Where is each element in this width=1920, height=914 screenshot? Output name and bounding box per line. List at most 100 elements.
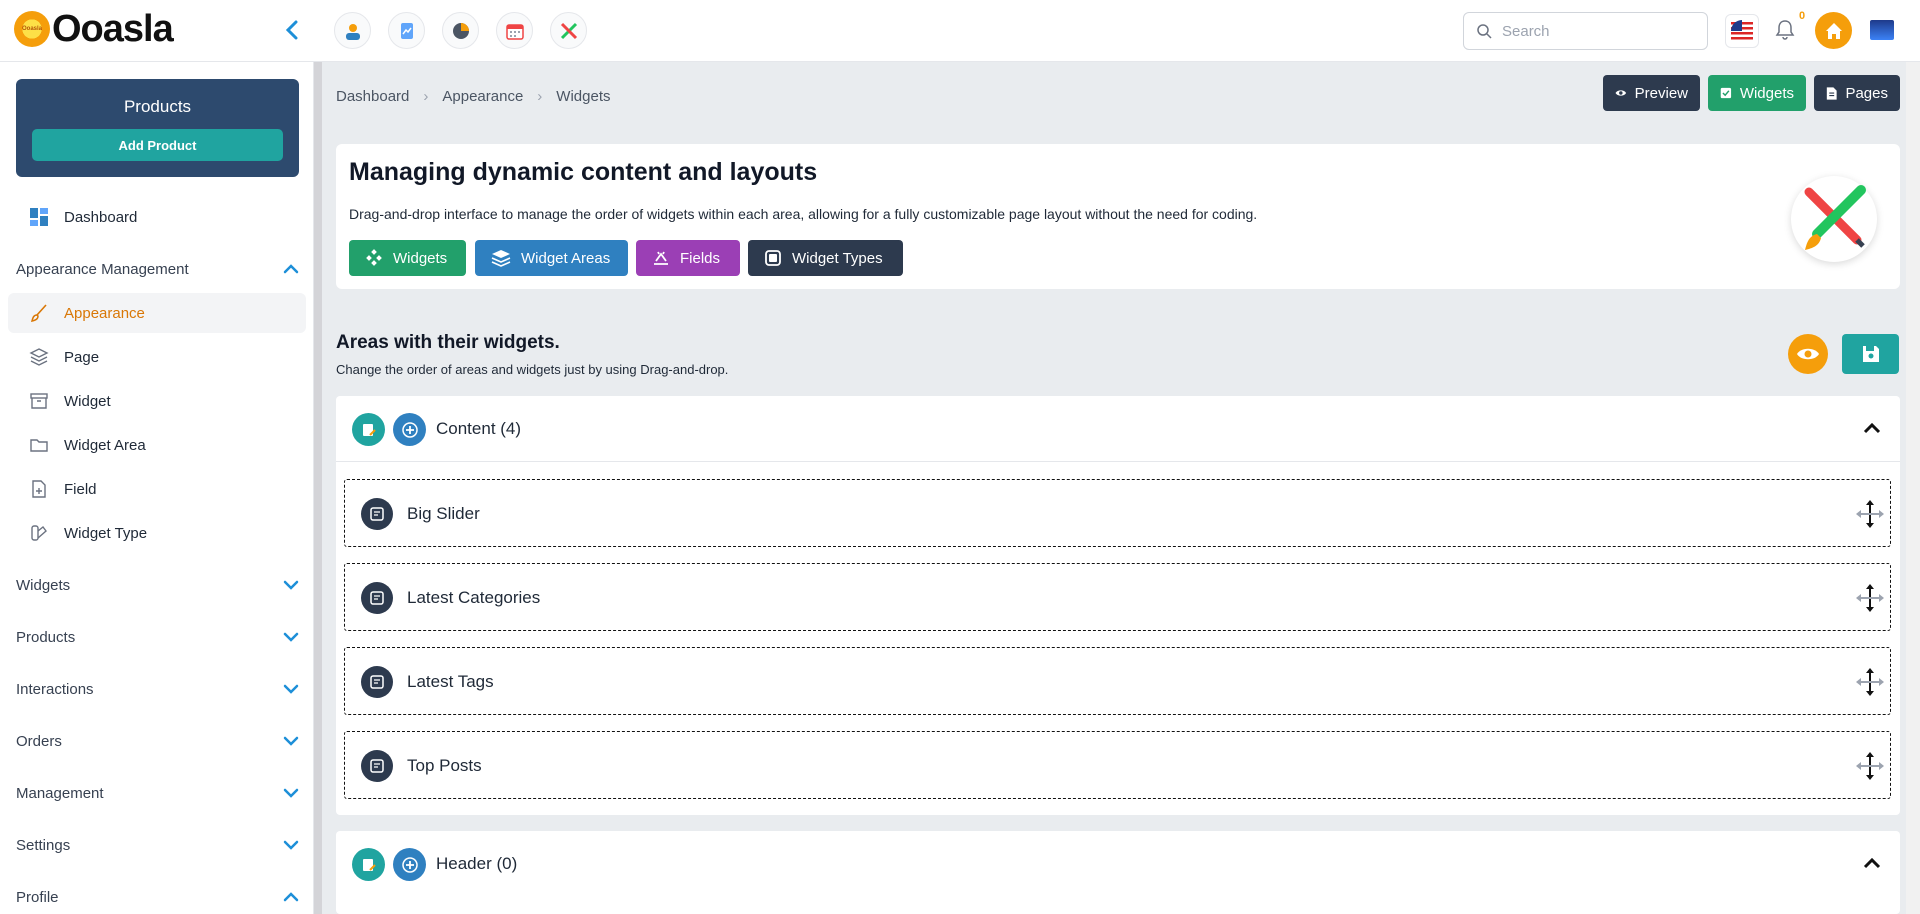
chevron-down-icon <box>283 632 299 642</box>
edit-area-button[interactable] <box>352 848 385 881</box>
widget-item[interactable]: Latest Tags <box>344 647 1891 715</box>
sidebar-group-label: Settings <box>16 836 71 854</box>
layers-icon <box>491 250 511 267</box>
sidebar-item-widget[interactable]: Widget <box>8 381 306 421</box>
home-button[interactable] <box>1815 12 1852 49</box>
widget-note-icon <box>361 750 393 782</box>
sidebar-group-widgets[interactable]: Widgets <box>16 570 300 600</box>
document-icon <box>1826 86 1837 100</box>
add-widget-button[interactable] <box>393 848 426 881</box>
hero-fields-button[interactable]: Fields <box>636 240 740 276</box>
sidebar-scrollbar[interactable] <box>314 62 322 914</box>
chevron-right-icon: › <box>423 88 429 105</box>
language-selector[interactable] <box>1725 14 1759 48</box>
sidebar-item-field[interactable]: Field <box>8 469 306 509</box>
sidebar-item-appearance[interactable]: Appearance <box>8 293 306 333</box>
widget-item[interactable]: Latest Categories <box>344 563 1891 631</box>
area-name: Header (0) <box>436 854 518 873</box>
quick-link-calendar[interactable] <box>496 12 533 49</box>
area-card-header: Header (0) <box>336 831 1900 914</box>
area-header: Content (4) <box>336 396 1900 462</box>
sidebar-item-widget-type[interactable]: Widget Type <box>8 513 306 553</box>
calendar-icon <box>505 23 524 40</box>
report-icon <box>400 22 413 39</box>
sidebar-item-label: Field <box>64 480 97 498</box>
quick-link-design[interactable] <box>550 12 587 49</box>
notifications-button[interactable] <box>1774 18 1800 44</box>
hero-widget-areas-button[interactable]: Widget Areas <box>475 240 628 276</box>
move-arrows-icon[interactable] <box>1854 498 1886 530</box>
widget-item[interactable]: Top Posts <box>344 731 1891 799</box>
widget-name: Latest Categories <box>407 588 541 607</box>
design-tools-illustration <box>1791 176 1877 262</box>
sidebar-group-orders[interactable]: Orders <box>16 726 300 756</box>
area-card-content: Content (4) Big Slider Latest Categories… <box>336 396 1900 815</box>
layers-icon <box>28 346 50 368</box>
sidebar-group-products[interactable]: Products <box>16 622 300 652</box>
search-box <box>1463 12 1708 50</box>
move-arrows-icon[interactable] <box>1854 666 1886 698</box>
pages-label: Pages <box>1845 84 1888 102</box>
collapse-icon[interactable] <box>1863 856 1881 870</box>
sidebar-group-interactions[interactable]: Interactions <box>16 674 300 704</box>
preview-areas-button[interactable] <box>1788 334 1828 374</box>
page-title: Managing dynamic content and layouts <box>349 158 818 186</box>
profile-avatar[interactable] <box>1870 20 1894 40</box>
breadcrumb-appearance[interactable]: Appearance <box>442 88 523 105</box>
search-input[interactable] <box>1502 22 1692 40</box>
hero-widget-areas-label: Widget Areas <box>521 249 611 267</box>
collapse-icon[interactable] <box>1863 421 1881 435</box>
add-product-button[interactable]: Add Product <box>32 129 283 161</box>
move-arrows-icon[interactable] <box>1854 750 1886 782</box>
chevron-right-icon: › <box>537 88 543 105</box>
logo[interactable]: Ooasla Ooasla <box>14 8 174 50</box>
page-scrollbar[interactable] <box>1906 62 1920 914</box>
page-description: Drag-and-drop interface to manage the or… <box>349 206 1258 222</box>
quick-link-reports[interactable] <box>388 12 425 49</box>
quick-link-analytics[interactable] <box>442 12 479 49</box>
breadcrumb-dashboard[interactable]: Dashboard <box>336 88 409 105</box>
widget-note-icon <box>361 498 393 530</box>
sidebar-group-appearance-management[interactable]: Appearance Management <box>16 254 300 284</box>
sidebar-collapse-button[interactable] <box>280 18 304 42</box>
sidebar-group-label: Widgets <box>16 576 71 594</box>
sidebar-item-page[interactable]: Page <box>8 337 306 377</box>
hero-widget-types-button[interactable]: Widget Types <box>748 240 903 276</box>
bell-icon <box>1775 20 1795 40</box>
sidebar-group-settings[interactable]: Settings <box>16 830 300 860</box>
pages-button[interactable]: Pages <box>1814 75 1900 111</box>
widgets-top-button[interactable]: Widgets <box>1708 75 1806 111</box>
notification-count: 0 <box>1799 10 1806 22</box>
logo-text: Ooasla <box>52 8 174 50</box>
breadcrumb-widgets: Widgets <box>556 88 611 105</box>
plus-circle-icon <box>401 421 418 438</box>
widget-name: Top Posts <box>407 756 482 775</box>
chevron-down-icon <box>283 788 299 798</box>
add-widget-button[interactable] <box>393 413 426 446</box>
quick-link-users[interactable] <box>334 12 371 49</box>
widget-item[interactable]: Big Slider <box>344 479 1891 547</box>
sidebar-item-dashboard[interactable]: Dashboard <box>8 197 306 237</box>
file-plus-icon <box>28 478 50 500</box>
sidebar: Products Add Product Dashboard Appearanc… <box>0 62 314 914</box>
preview-button[interactable]: Preview <box>1603 75 1700 111</box>
user-icon <box>345 23 360 40</box>
widget-note-icon <box>361 666 393 698</box>
save-order-button[interactable] <box>1842 334 1899 374</box>
hero-widgets-button[interactable]: Widgets <box>349 240 466 276</box>
pie-chart-icon <box>452 22 469 39</box>
plus-circle-icon <box>401 856 418 873</box>
sidebar-group-profile[interactable]: Profile <box>16 882 300 912</box>
sidebar-item-label: Widget <box>64 392 111 410</box>
sidebar-group-label: Interactions <box>16 680 94 698</box>
move-arrows-icon[interactable] <box>1854 582 1886 614</box>
chevron-down-icon <box>283 840 299 850</box>
sidebar-item-widget-area[interactable]: Widget Area <box>8 425 306 465</box>
pencil-brush-icon <box>560 22 577 39</box>
widget-name: Big Slider <box>407 504 480 523</box>
sidebar-group-management[interactable]: Management <box>16 778 300 808</box>
sidebar-item-label: Widget Type <box>64 524 148 542</box>
widget-name: Latest Tags <box>407 672 494 691</box>
edit-area-button[interactable] <box>352 413 385 446</box>
home-icon <box>1825 22 1842 39</box>
